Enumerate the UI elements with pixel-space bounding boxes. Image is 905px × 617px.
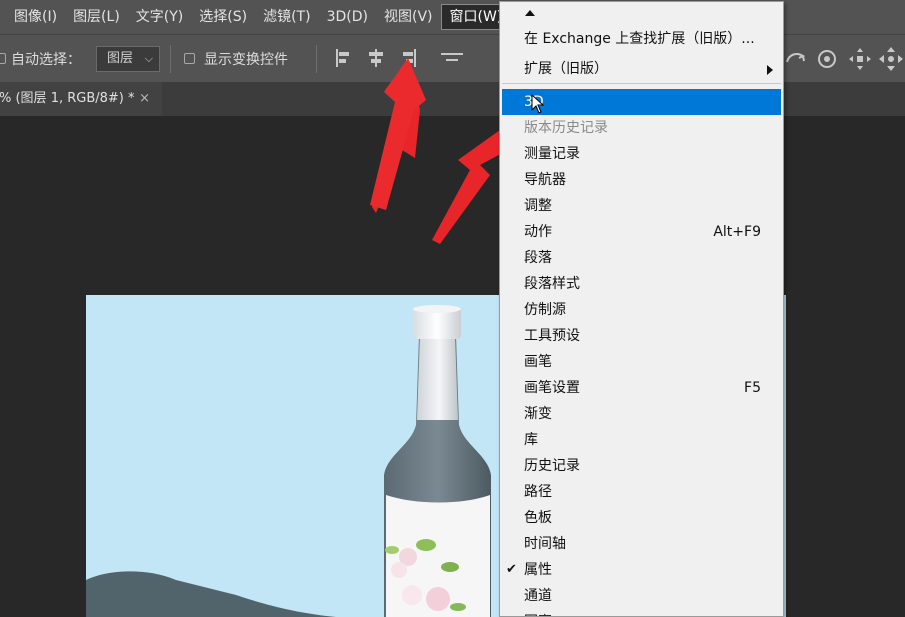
window-menu-item[interactable]: 库 (502, 427, 781, 453)
3d-drag-icon[interactable] (878, 46, 904, 72)
window-menu-item[interactable]: 3D (502, 89, 781, 115)
checkmark-icon: ✔ (506, 562, 517, 577)
menu-item[interactable]: 3D(D) (319, 5, 376, 29)
menu-separator (502, 83, 781, 84)
menu-item-label: 导航器 (524, 172, 566, 188)
menu-item-label: 时间轴 (524, 536, 566, 552)
window-menu-item[interactable]: 时间轴 (502, 531, 781, 557)
menu-item-label: 段落 (524, 250, 552, 266)
menu-item-label: 仿制源 (524, 302, 566, 318)
close-icon[interactable]: × (139, 82, 150, 116)
align-left-edges-icon[interactable] (334, 48, 354, 68)
document-tab-title: % (图层 1, RGB/8#) * (0, 91, 135, 106)
window-menu-item[interactable]: 扩展（旧版） (502, 56, 781, 82)
menu-item-label: 属性 (524, 562, 552, 578)
auto-select-dropdown[interactable]: 图层 ⌵ (96, 46, 160, 72)
window-menu-item[interactable]: 动作 Alt+F9 (502, 219, 781, 245)
window-menu-item[interactable]: 段落 (502, 245, 781, 271)
bottle-neck (417, 335, 458, 420)
window-menu-item[interactable]: 通道 (502, 583, 781, 609)
auto-select-label: 自动选择： (11, 52, 81, 68)
menu-item-label: 色板 (524, 510, 552, 526)
menu-item-label: 通道 (524, 588, 552, 604)
window-menu-item[interactable]: 导航器 (502, 167, 781, 193)
menu-item[interactable]: 滤镜(T) (255, 5, 318, 29)
menu-item-label: 渐变 (524, 406, 552, 422)
menu-item[interactable]: 选择(S) (191, 5, 255, 29)
auto-select-value: 图层 (107, 51, 134, 66)
align-right-edges-icon[interactable] (398, 48, 418, 68)
menu-item-label: 工具预设 (524, 328, 580, 344)
show-transform-checkbox[interactable] (184, 53, 195, 64)
3d-pan-icon[interactable] (848, 46, 872, 72)
menu-item[interactable]: 图像(I) (0, 5, 65, 29)
menu-item-label: 扩展（旧版） (524, 61, 608, 77)
document-tab[interactable]: % (图层 1, RGB/8#) * × (0, 82, 162, 116)
menu-item-label: 测量记录 (524, 146, 580, 162)
bottle-shadow (86, 571, 336, 617)
mouse-cursor-icon (531, 94, 545, 114)
show-transform-label: 显示变换控件 (204, 52, 288, 68)
scroll-up-icon[interactable] (525, 10, 535, 16)
window-menu-item[interactable]: 图案 (502, 609, 781, 616)
chevron-down-icon: ⌵ (144, 52, 153, 65)
auto-select-checkbox[interactable] (0, 53, 6, 64)
align-top-edges-icon[interactable] (440, 48, 464, 68)
window-menu-item[interactable]: 路径 (502, 479, 781, 505)
menu-item-label: 库 (524, 432, 538, 448)
window-menu-item[interactable]: 仿制源 (502, 297, 781, 323)
menu-item-label: 动作 (524, 224, 552, 240)
window-menu-item[interactable]: ✔ 属性 (502, 557, 781, 583)
menu-item-label: 在 Exchange 上查找扩展（旧版）... (524, 31, 755, 47)
window-menu-item: 版本历史记录 (502, 115, 781, 141)
window-menu-dropdown: 在 Exchange 上查找扩展（旧版）... 扩展（旧版） 3D 版本历史记录测量记… (499, 1, 784, 617)
window-menu-item[interactable]: 画笔设置 F5 (502, 375, 781, 401)
menu-item-label: 画笔设置 (524, 380, 580, 396)
window-menu-item[interactable]: 渐变 (502, 401, 781, 427)
window-menu-item[interactable]: 测量记录 (502, 141, 781, 167)
menu-item-label: 图案 (524, 609, 552, 616)
window-menu-item[interactable]: 工具预设 (502, 323, 781, 349)
menu-item-label: 路径 (524, 484, 552, 500)
menu-item[interactable]: 图层(L) (65, 5, 128, 29)
menu-item[interactable]: 视图(V) (376, 5, 441, 29)
3d-roll-icon[interactable] (815, 46, 839, 72)
menu-item[interactable]: 文字(Y) (128, 5, 191, 29)
menu-item-label: 段落样式 (524, 276, 580, 292)
window-menu-item[interactable]: 历史记录 (502, 453, 781, 479)
align-horizontal-centers-icon[interactable] (366, 48, 386, 68)
menu-item-label: 版本历史记录 (524, 120, 608, 136)
submenu-arrow-icon (767, 65, 773, 75)
divider (316, 45, 317, 73)
window-menu-item[interactable]: 在 Exchange 上查找扩展（旧版）... (502, 26, 781, 52)
window-menu-item[interactable]: 色板 (502, 505, 781, 531)
window-menu-item[interactable]: 画笔 (502, 349, 781, 375)
window-menu-item[interactable]: 调整 (502, 193, 781, 219)
menu-item-label: 调整 (524, 198, 552, 214)
menu-item-shortcut: Alt+F9 (713, 224, 761, 240)
menu-item-label: 历史记录 (524, 458, 580, 474)
3d-slide-icon[interactable] (783, 46, 809, 72)
menu-item-label: 画笔 (524, 354, 552, 370)
red-arrow-icon (432, 130, 508, 244)
menu-item-shortcut: F5 (744, 380, 761, 396)
divider (170, 45, 171, 73)
window-menu-item[interactable]: 段落样式 (502, 271, 781, 297)
